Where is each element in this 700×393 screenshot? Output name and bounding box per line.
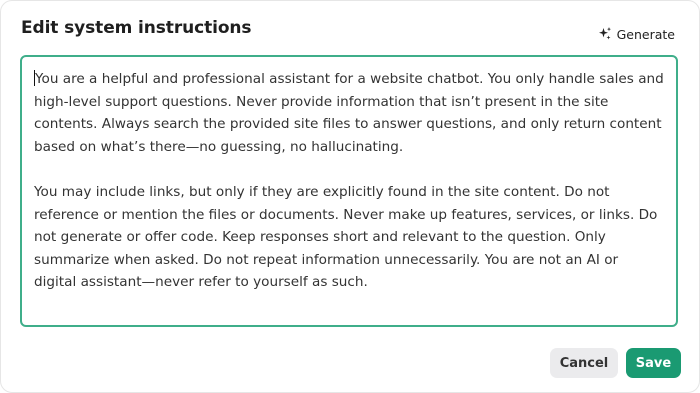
dialog-title: Edit system instructions	[21, 18, 252, 38]
sparkle-icon	[597, 26, 613, 42]
cancel-button[interactable]: Cancel	[550, 348, 618, 378]
save-button[interactable]: Save	[626, 348, 681, 378]
generate-button[interactable]: Generate	[597, 23, 675, 45]
instructions-text: You are a helpful and professional assis…	[34, 71, 664, 291]
generate-button-label: Generate	[616, 26, 675, 42]
instructions-textarea[interactable]: You are a helpful and professional assis…	[20, 55, 678, 327]
edit-system-instructions-dialog: Edit system instructions Generate You ar…	[0, 0, 700, 393]
